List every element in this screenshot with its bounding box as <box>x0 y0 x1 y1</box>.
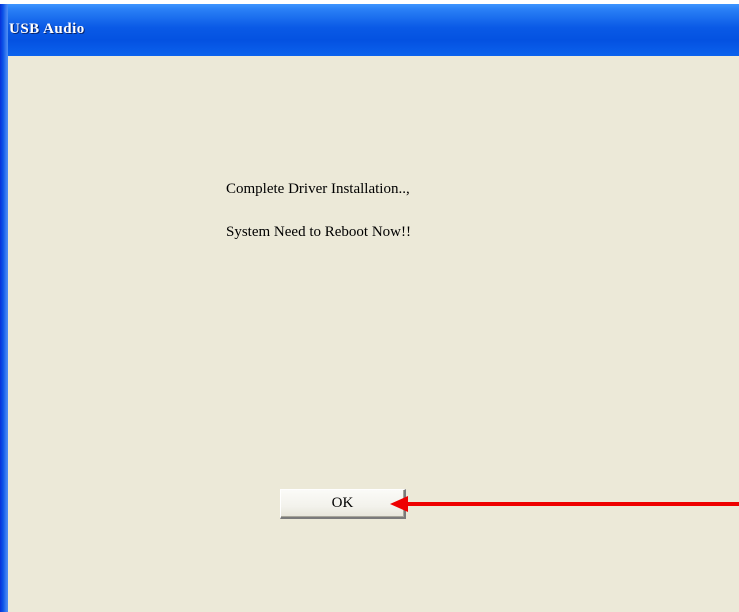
ok-button[interactable]: OK <box>280 489 406 519</box>
ok-button-label: OK <box>331 495 354 511</box>
message-line-2: System Need to Reboot Now!! <box>226 224 411 240</box>
arrow-shaft <box>406 502 739 506</box>
message-line-1: Complete Driver Installation.., <box>226 181 410 197</box>
window-left-border <box>0 4 8 612</box>
dialog-window: USB Audio <box>0 4 739 612</box>
red-arrow-left-icon <box>390 496 739 512</box>
title-bar[interactable]: USB Audio <box>0 4 739 56</box>
window-title: USB Audio <box>9 21 85 37</box>
arrow-head <box>390 496 408 512</box>
